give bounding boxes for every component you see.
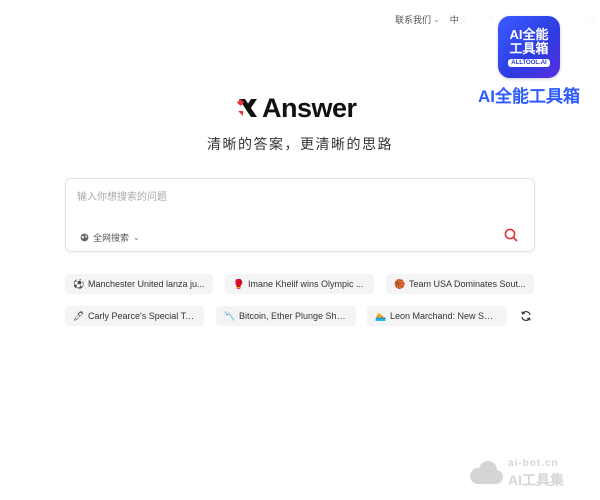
contact-label: 联系我们	[395, 14, 432, 25]
cloud-logo-icon	[470, 461, 503, 484]
basketball-icon: 🏀	[394, 278, 406, 289]
watermark-badge: AI全能 工具箱 ALLTOOL.AI AI全能工具箱	[458, 6, 600, 124]
watermark-icon-line1: AI全能	[509, 26, 549, 42]
contact-menu[interactable]: 联系我们 ⌄	[395, 13, 440, 26]
chevron-down-icon: ⌄	[433, 14, 440, 24]
search-input[interactable]	[75, 187, 519, 207]
suggestion-label: Team USA Dominates Sout...	[409, 279, 526, 289]
search-box: 全网搜索 ⌄	[65, 178, 535, 252]
soccer-ball-icon: ⚽	[73, 278, 85, 289]
suggestion-chip-4[interactable]: 📉 Bitcoin, Ether Plunge Shar...	[216, 306, 356, 326]
logo-wordmark: Answer	[262, 92, 357, 123]
suggestion-chip-5[interactable]: 🏊 Leon Marchand: New Swi...	[367, 306, 507, 326]
watermark-bottom: ai-bot.cn AI工具集	[468, 456, 588, 492]
suggestion-label: Imane Khelif wins Olympic ...	[248, 279, 364, 289]
watermark-logo-icon: AI全能 工具箱 ALLTOOL.AI	[498, 16, 560, 78]
app-logo: Answer	[236, 92, 357, 124]
search-scope-label: 全网搜索	[93, 233, 130, 243]
suggestion-chip-2[interactable]: 🏀 Team USA Dominates Sout...	[386, 274, 534, 294]
suggestion-label: Manchester United lanza ju...	[88, 279, 205, 289]
watermark-icon-line2: 工具箱	[509, 40, 549, 56]
chevron-down-icon: ⌄	[133, 233, 140, 242]
x-logo-icon	[236, 98, 257, 117]
search-icon[interactable]	[503, 227, 519, 243]
suggestion-label: Bitcoin, Ether Plunge Shar...	[239, 311, 348, 321]
chart-down-icon: 📉	[224, 310, 236, 321]
globe-icon	[80, 233, 89, 242]
watermark-icon-line3: ALLTOOL.AI	[508, 58, 550, 67]
suggestion-chip-3[interactable]: 🖊 Carly Pearce's Special Ta...	[65, 306, 204, 326]
boxing-glove-icon: 🥊	[233, 278, 245, 289]
swimmer-icon: 🏊	[375, 310, 387, 321]
suggestion-label: Leon Marchand: New Swi...	[390, 311, 499, 321]
watermark-bottom-line1: ai-bot.cn	[508, 458, 559, 469]
watermark-text: AI全能工具箱	[478, 87, 580, 106]
search-scope-dropdown[interactable]: 全网搜索 ⌄	[80, 231, 140, 244]
slogan: 清晰的答案，更清晰的思路	[207, 136, 393, 152]
watermark-bottom-line2: AI工具集	[508, 472, 564, 488]
pen-icon: 🖊	[73, 310, 85, 321]
suggestion-chip-0[interactable]: ⚽ Manchester United lanza ju...	[65, 274, 213, 294]
suggestion-label: Carly Pearce's Special Ta...	[88, 311, 196, 321]
refresh-icon[interactable]	[520, 310, 532, 322]
suggestion-chip-1[interactable]: 🥊 Imane Khelif wins Olympic ...	[225, 274, 374, 294]
